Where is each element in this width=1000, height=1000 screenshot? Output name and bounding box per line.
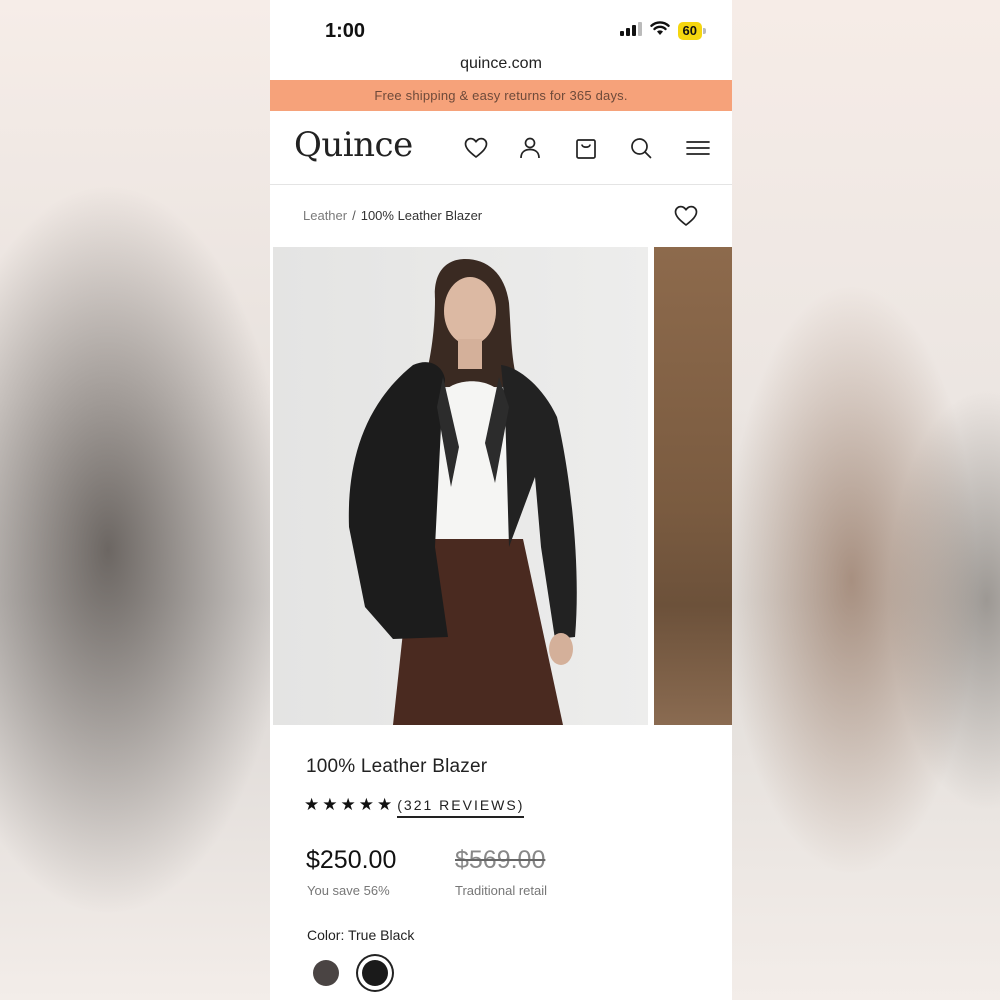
- status-icons: 60: [619, 21, 707, 41]
- color-label: Color: True Black: [307, 927, 415, 943]
- background-blur-left: [0, 0, 270, 1000]
- signal-icon: [619, 21, 642, 41]
- breadcrumb-separator: /: [352, 208, 356, 223]
- star-icon: ★: [358, 795, 374, 814]
- promo-banner[interactable]: Free shipping & easy returns for 365 day…: [270, 80, 732, 111]
- retail-price: $569.00: [455, 846, 546, 874]
- status-time: 1:00: [325, 20, 366, 42]
- star-icon: ★: [340, 795, 356, 814]
- product-image-next[interactable]: [654, 247, 732, 725]
- star-rating: ★ ★ ★ ★ ★: [304, 795, 392, 815]
- favorite-heart-icon[interactable]: [673, 203, 699, 229]
- breadcrumb: Leather / 100% Leather Blazer: [303, 208, 482, 223]
- reviews-link[interactable]: (321 REVIEWS): [397, 797, 525, 818]
- wifi-icon: [649, 21, 670, 41]
- battery-icon: 60: [677, 22, 707, 40]
- site-header: Quince: [270, 111, 732, 185]
- star-icon: ★: [304, 795, 320, 814]
- retail-price-label: Traditional retail: [455, 883, 548, 898]
- quince-logo[interactable]: Quince: [294, 125, 413, 165]
- color-swatch-dark-brown[interactable]: [313, 960, 339, 986]
- breadcrumb-category-link[interactable]: Leather: [303, 208, 347, 223]
- background-blur-right: [730, 0, 1000, 1000]
- product-title: 100% Leather Blazer: [306, 756, 488, 777]
- color-swatch-true-black[interactable]: [362, 960, 388, 986]
- sale-price: $250.00: [306, 846, 397, 874]
- promo-banner-text: Free shipping & easy returns for 365 day…: [374, 88, 628, 103]
- account-icon[interactable]: [517, 135, 543, 161]
- product-gallery[interactable]: [273, 247, 732, 725]
- reviews-count: (321 REVIEWS): [397, 797, 525, 818]
- phone-screen: 1:00 60 quince.com Free shipping & easy …: [270, 0, 732, 1000]
- product-rating[interactable]: ★ ★ ★ ★ ★ (321 REVIEWS): [304, 795, 525, 818]
- menu-icon[interactable]: [685, 135, 711, 161]
- breadcrumb-current: 100% Leather Blazer: [360, 208, 483, 223]
- star-icon: ★: [377, 795, 393, 814]
- search-icon[interactable]: [628, 135, 654, 161]
- product-image-model[interactable]: [273, 247, 648, 725]
- star-icon: ★: [322, 795, 338, 814]
- wishlist-heart-icon[interactable]: [463, 135, 489, 161]
- browser-url[interactable]: quince.com: [270, 55, 732, 73]
- bag-icon[interactable]: [573, 135, 599, 161]
- savings-text: You save 56%: [307, 883, 390, 898]
